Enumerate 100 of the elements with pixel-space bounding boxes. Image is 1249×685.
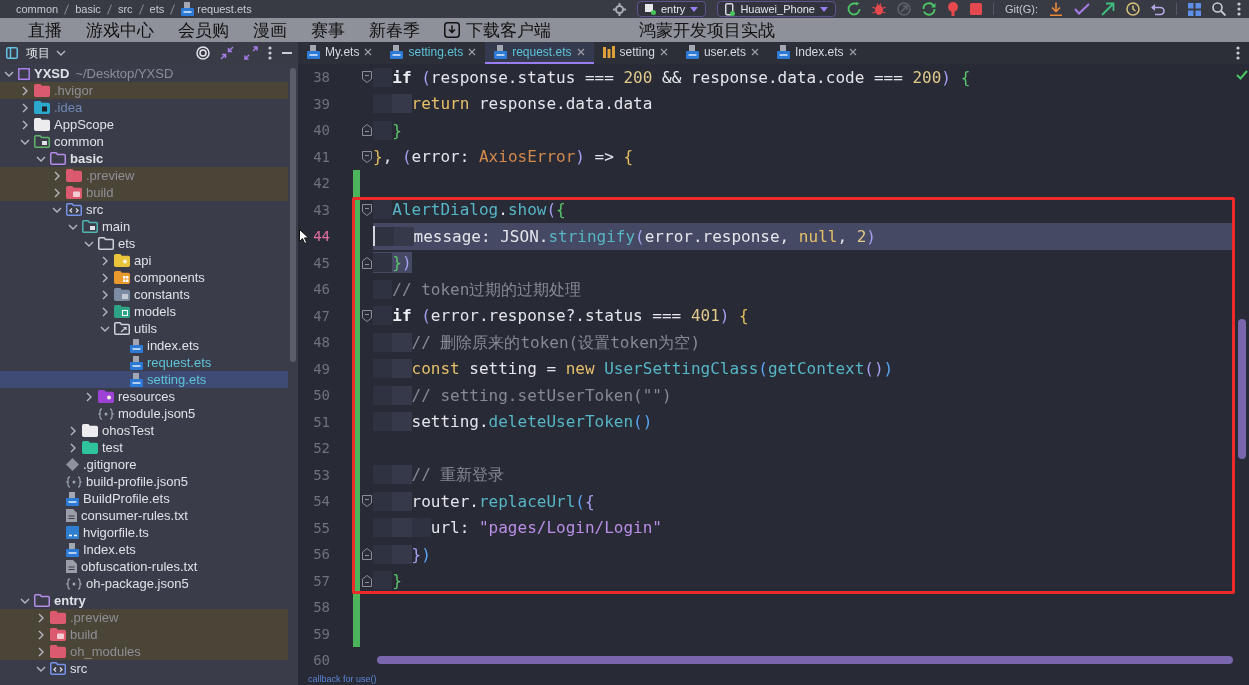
tree-item[interactable]: src — [0, 201, 288, 218]
chevron-down-icon[interactable] — [20, 138, 30, 145]
chevron-down-icon[interactable] — [52, 206, 62, 213]
fold-icon[interactable] — [362, 124, 372, 137]
breadcrumb-item[interactable]: basic — [75, 3, 101, 15]
chevron-right-icon[interactable] — [22, 85, 28, 96]
close-icon[interactable] — [468, 48, 477, 56]
tree-item[interactable]: request.ets — [0, 354, 288, 371]
scrollbar-thumb[interactable] — [377, 656, 1233, 665]
check-icon[interactable] — [1074, 3, 1090, 15]
tree-item[interactable]: Index.ets — [0, 541, 288, 558]
panel-title-dropdown[interactable]: 项目 — [24, 44, 68, 62]
tree-item[interactable]: YXSD ~/Desktop/YXSD — [0, 65, 288, 82]
undo-icon[interactable] — [1151, 2, 1165, 16]
chevron-right-icon[interactable] — [102, 255, 108, 266]
fold-icon[interactable] — [362, 256, 372, 269]
gear-icon[interactable] — [612, 2, 626, 16]
tree-item[interactable]: common — [0, 133, 288, 150]
breadcrumb-item[interactable]: src — [117, 3, 133, 15]
editor-tab[interactable]: My.ets — [298, 42, 382, 64]
tree-item[interactable]: resources — [0, 388, 288, 405]
chevron-right-icon[interactable] — [86, 391, 92, 402]
tree-item[interactable]: .gitignore — [0, 456, 288, 473]
fold-icon[interactable] — [362, 309, 372, 322]
tree-item[interactable]: test — [0, 439, 288, 456]
target-icon[interactable] — [196, 46, 210, 60]
search-icon[interactable] — [1212, 2, 1226, 16]
site-nav-link[interactable]: 会员购 — [178, 19, 229, 41]
close-icon[interactable] — [659, 48, 668, 56]
close-icon[interactable] — [848, 48, 857, 56]
expand-icon[interactable] — [244, 46, 258, 60]
breadcrumb-item[interactable]: ets — [149, 3, 165, 15]
tree-item[interactable]: obfuscation-rules.txt — [0, 558, 288, 575]
tree-item[interactable]: utils — [0, 320, 288, 337]
device-dropdown[interactable]: Huawei_Phone — [717, 1, 836, 17]
chevron-right-icon[interactable] — [54, 170, 60, 181]
site-nav-link[interactable]: 直播 — [28, 19, 62, 41]
grid-icon[interactable] — [1188, 2, 1201, 16]
tree-item[interactable]: index.ets — [0, 337, 288, 354]
fold-icon[interactable] — [362, 548, 372, 561]
site-nav-link[interactable]: 赛事 — [311, 19, 345, 41]
fold-icon[interactable] — [362, 150, 372, 163]
chevron-down-icon[interactable] — [84, 240, 94, 247]
bug-icon[interactable] — [872, 2, 886, 16]
close-icon[interactable] — [750, 48, 759, 56]
clock-icon[interactable] — [1126, 2, 1140, 16]
scrollbar-thumb[interactable] — [1238, 319, 1246, 460]
pin-icon[interactable] — [947, 2, 959, 16]
breadcrumb-item[interactable]: request.ets — [181, 2, 252, 16]
tree-item[interactable]: BuildProfile.ets — [0, 490, 288, 507]
fold-icon[interactable] — [362, 71, 372, 84]
caret-icon[interactable] — [820, 6, 828, 12]
refresh-icon[interactable] — [922, 2, 936, 16]
tree-item[interactable]: ohosTest — [0, 422, 288, 439]
more-icon[interactable] — [1237, 2, 1241, 16]
tree-item[interactable]: AppScope — [0, 116, 288, 133]
chevron-right-icon[interactable] — [38, 646, 44, 657]
chevron-right-icon[interactable] — [102, 306, 108, 317]
tree-item[interactable]: hvigorfile.ts — [0, 524, 288, 541]
chevron-right-icon[interactable] — [102, 272, 108, 283]
tree-item[interactable]: src — [0, 660, 288, 677]
chevron-down-icon[interactable] — [36, 155, 46, 162]
chevron-right-icon[interactable] — [22, 119, 28, 130]
tree-item[interactable]: oh-package.json5 — [0, 575, 288, 592]
arrow-icon[interactable] — [1101, 2, 1115, 16]
tree-item[interactable]: build-profile.json5 — [0, 473, 288, 490]
close-icon[interactable] — [364, 48, 373, 56]
chevron-down-icon[interactable] — [100, 325, 110, 332]
tree-item[interactable]: entry — [0, 592, 288, 609]
chevron-down-icon[interactable] — [4, 70, 14, 77]
site-nav-link[interactable]: 漫画 — [253, 19, 287, 41]
tree-item[interactable]: components — [0, 269, 288, 286]
editor-tab[interactable]: setting.ets — [381, 42, 486, 64]
tree-item[interactable]: models — [0, 303, 288, 320]
more-icon[interactable] — [1236, 46, 1240, 60]
editor-tab[interactable]: Index.ets — [767, 42, 866, 64]
circular-arrows-icon[interactable] — [847, 2, 861, 16]
tree-item[interactable]: setting.ets — [0, 371, 288, 388]
chevron-right-icon[interactable] — [102, 289, 108, 300]
breadcrumb-item[interactable]: common — [16, 3, 59, 15]
chevron-right-icon[interactable] — [38, 629, 44, 640]
download-arrow-icon[interactable] — [1049, 2, 1063, 16]
tree-item[interactable]: main — [0, 218, 288, 235]
chevron-right-icon[interactable] — [54, 187, 60, 198]
tree-item[interactable]: constants — [0, 286, 288, 303]
scrollbar-thumb[interactable] — [290, 68, 296, 363]
chevron-right-icon[interactable] — [70, 425, 76, 436]
chevron-right-icon[interactable] — [70, 442, 76, 453]
chevron-down-icon[interactable] — [68, 223, 78, 230]
download-link[interactable]: 下载客户端 — [444, 19, 551, 41]
run-config-dropdown[interactable]: entry — [636, 1, 707, 17]
editor-tab[interactable]: request.ets — [485, 42, 594, 64]
close-icon[interactable] — [576, 48, 585, 56]
site-nav-link[interactable]: 游戏中心 — [86, 19, 154, 41]
fold-icon[interactable] — [362, 574, 372, 587]
tree-item[interactable]: consumer-rules.txt — [0, 507, 288, 524]
tree-item[interactable]: ets — [0, 235, 288, 252]
editor-tab[interactable]: user.ets — [676, 42, 768, 64]
tree-item[interactable]: api — [0, 252, 288, 269]
editor-tab[interactable]: setting — [593, 42, 677, 64]
